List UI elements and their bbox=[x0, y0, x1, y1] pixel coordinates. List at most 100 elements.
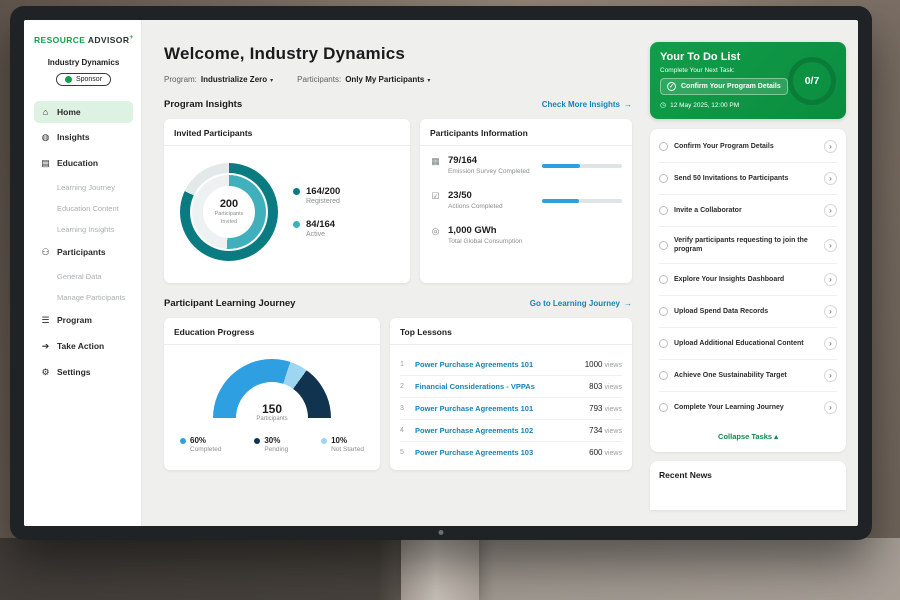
gauge-center-value: 150 bbox=[213, 402, 331, 416]
check-more-insights-link[interactable]: Check More Insights → bbox=[542, 100, 632, 109]
chevron-right-icon[interactable]: › bbox=[824, 239, 837, 252]
participants-filter-label: Participants: bbox=[297, 75, 341, 84]
task-row-upload-spend-data[interactable]: Upload Spend Data Records › bbox=[659, 296, 837, 328]
go-to-learning-journey-link[interactable]: Go to Learning Journey → bbox=[530, 299, 632, 308]
card-title: Participants Information bbox=[420, 128, 632, 146]
next-task-chip[interactable]: ✓ Confirm Your Program Details bbox=[660, 78, 788, 95]
legend-dot-pending bbox=[254, 438, 260, 444]
task-row-explore-insights[interactable]: Explore Your Insights Dashboard › bbox=[659, 264, 837, 296]
lesson-link[interactable]: Power Purchase Agreements 103 bbox=[415, 448, 582, 457]
lesson-link[interactable]: Power Purchase Agreements 101 bbox=[415, 404, 582, 413]
chevron-right-icon[interactable]: › bbox=[824, 172, 837, 185]
sidebar-item-take-action[interactable]: ➔ Take Action bbox=[34, 335, 133, 358]
legend-dot-active bbox=[293, 221, 300, 228]
chevron-right-icon[interactable]: › bbox=[824, 204, 837, 217]
task-row-verify-participants[interactable]: Verify participants requesting to join t… bbox=[659, 227, 837, 264]
sidebar-item-general-data[interactable]: General Data bbox=[34, 267, 133, 286]
legend-value: 164/200 bbox=[306, 186, 340, 197]
settings-icon: ⚙ bbox=[40, 367, 51, 378]
main-content: Welcome, Industry Dynamics Program:Indus… bbox=[142, 20, 644, 526]
lesson-row: 1 Power Purchase Agreements 101 1000view… bbox=[400, 354, 622, 376]
logo-advisor: ADVISOR bbox=[88, 35, 130, 45]
task-checkbox[interactable] bbox=[659, 206, 668, 215]
task-checkbox[interactable] bbox=[659, 142, 668, 151]
sidebar-item-home[interactable]: ⌂ Home bbox=[34, 101, 133, 123]
views-label: views bbox=[604, 450, 622, 457]
program-filter-label: Program: bbox=[164, 75, 197, 84]
chevron-right-icon[interactable]: › bbox=[824, 140, 837, 153]
views-value: 793 bbox=[589, 404, 602, 413]
views-label: views bbox=[604, 362, 622, 369]
chevron-up-icon: ▴ bbox=[774, 432, 778, 441]
todo-progress-value: 0/7 bbox=[805, 75, 820, 87]
participants-filter-value: Only My Participants bbox=[345, 75, 424, 84]
participants-filter-dropdown[interactable]: Participants:Only My Participants▾ bbox=[297, 75, 430, 84]
learning-journey-header: Participant Learning Journey Go to Learn… bbox=[164, 298, 632, 309]
sidebar-item-learning-journey[interactable]: Learning Journey bbox=[34, 178, 133, 197]
task-row-send-invitations[interactable]: Send 50 Invitations to Participants › bbox=[659, 163, 837, 195]
donut-center-value: 200 bbox=[220, 198, 238, 210]
sidebar-nav: ⌂ Home ◍ Insights ▤ Education Learning J… bbox=[34, 101, 133, 384]
card-title: Invited Participants bbox=[164, 128, 410, 146]
views-value: 1000 bbox=[585, 360, 603, 369]
task-row-upload-educational-content[interactable]: Upload Additional Educational Content › bbox=[659, 328, 837, 360]
task-checkbox[interactable] bbox=[659, 371, 668, 380]
task-checkbox[interactable] bbox=[659, 403, 668, 412]
sponsor-badge[interactable]: Sponsor bbox=[56, 73, 111, 86]
gauge-center-label: Participants bbox=[213, 416, 331, 422]
task-checkbox[interactable] bbox=[659, 241, 668, 250]
card-title: Education Progress bbox=[164, 327, 380, 345]
app-logo: RESOURCE ADVISOR+ bbox=[34, 34, 133, 45]
chevron-right-icon[interactable]: › bbox=[824, 337, 837, 350]
recent-news-title: Recent News bbox=[659, 470, 837, 480]
legend-pending: 30% Pending bbox=[254, 436, 288, 453]
task-row-achieve-target[interactable]: Achieve One Sustainability Target › bbox=[659, 360, 837, 392]
task-row-complete-learning-journey[interactable]: Complete Your Learning Journey › bbox=[659, 392, 837, 423]
sidebar-item-manage-participants[interactable]: Manage Participants bbox=[34, 288, 133, 307]
lesson-rank: 4 bbox=[400, 427, 408, 434]
logo-plus: + bbox=[129, 34, 133, 41]
chevron-right-icon[interactable]: › bbox=[824, 401, 837, 414]
task-checkbox[interactable] bbox=[659, 275, 668, 284]
task-label: Upload Spend Data Records bbox=[674, 307, 818, 316]
sidebar-item-education[interactable]: ▤ Education bbox=[34, 152, 133, 175]
program-filter-dropdown[interactable]: Program:Industrialize Zero▾ bbox=[164, 75, 273, 84]
lesson-link[interactable]: Power Purchase Agreements 101 bbox=[415, 360, 578, 369]
sidebar-item-program[interactable]: ☰ Program bbox=[34, 309, 133, 332]
legend-label: Active bbox=[306, 231, 335, 238]
task-checkbox[interactable] bbox=[659, 339, 668, 348]
sidebar-item-insights[interactable]: ◍ Insights bbox=[34, 126, 133, 149]
due-date-label: 12 May 2025, 12:00 PM bbox=[670, 102, 739, 109]
chevron-down-icon: ▾ bbox=[270, 78, 273, 84]
task-row-confirm-program[interactable]: Confirm Your Program Details › bbox=[659, 131, 837, 163]
lesson-link[interactable]: Financial Considerations - VPPAs bbox=[415, 382, 582, 391]
task-row-invite-collaborator[interactable]: Invite a Collaborator › bbox=[659, 195, 837, 227]
lesson-link[interactable]: Power Purchase Agreements 102 bbox=[415, 426, 582, 435]
participants-icon: ⚇ bbox=[40, 247, 51, 258]
section-title: Program Insights bbox=[164, 99, 242, 110]
lesson-views: 1000views bbox=[585, 360, 622, 369]
sidebar-item-settings[interactable]: ⚙ Settings bbox=[34, 361, 133, 384]
chevron-right-icon[interactable]: › bbox=[824, 369, 837, 382]
sidebar-item-learning-insights[interactable]: Learning Insights bbox=[34, 220, 133, 239]
lesson-views: 600views bbox=[589, 448, 622, 457]
todo-progress-ring: 0/7 bbox=[788, 57, 836, 105]
progress-bar bbox=[542, 164, 622, 168]
invited-donut-chart: 200 Participants Invited bbox=[180, 163, 278, 261]
chevron-right-icon[interactable]: › bbox=[824, 305, 837, 318]
task-label: Invite a Collaborator bbox=[674, 206, 818, 215]
todo-panel: Your To Do List Complete Your Next Task:… bbox=[644, 20, 858, 526]
sidebar-item-label: Education bbox=[57, 158, 98, 168]
sidebar-item-participants[interactable]: ⚇ Participants bbox=[34, 241, 133, 264]
clock-icon: ◷ bbox=[660, 101, 666, 109]
task-label: Send 50 Invitations to Participants bbox=[674, 174, 818, 183]
views-label: views bbox=[604, 406, 622, 413]
consumption-icon: ◎ bbox=[430, 226, 441, 237]
program-icon: ☰ bbox=[40, 315, 51, 326]
task-checkbox[interactable] bbox=[659, 174, 668, 183]
check-icon: ✓ bbox=[667, 82, 676, 91]
sidebar-item-education-content[interactable]: Education Content bbox=[34, 199, 133, 218]
chevron-right-icon[interactable]: › bbox=[824, 273, 837, 286]
task-checkbox[interactable] bbox=[659, 307, 668, 316]
collapse-tasks-link[interactable]: Collapse Tasks ▴ bbox=[659, 423, 837, 450]
